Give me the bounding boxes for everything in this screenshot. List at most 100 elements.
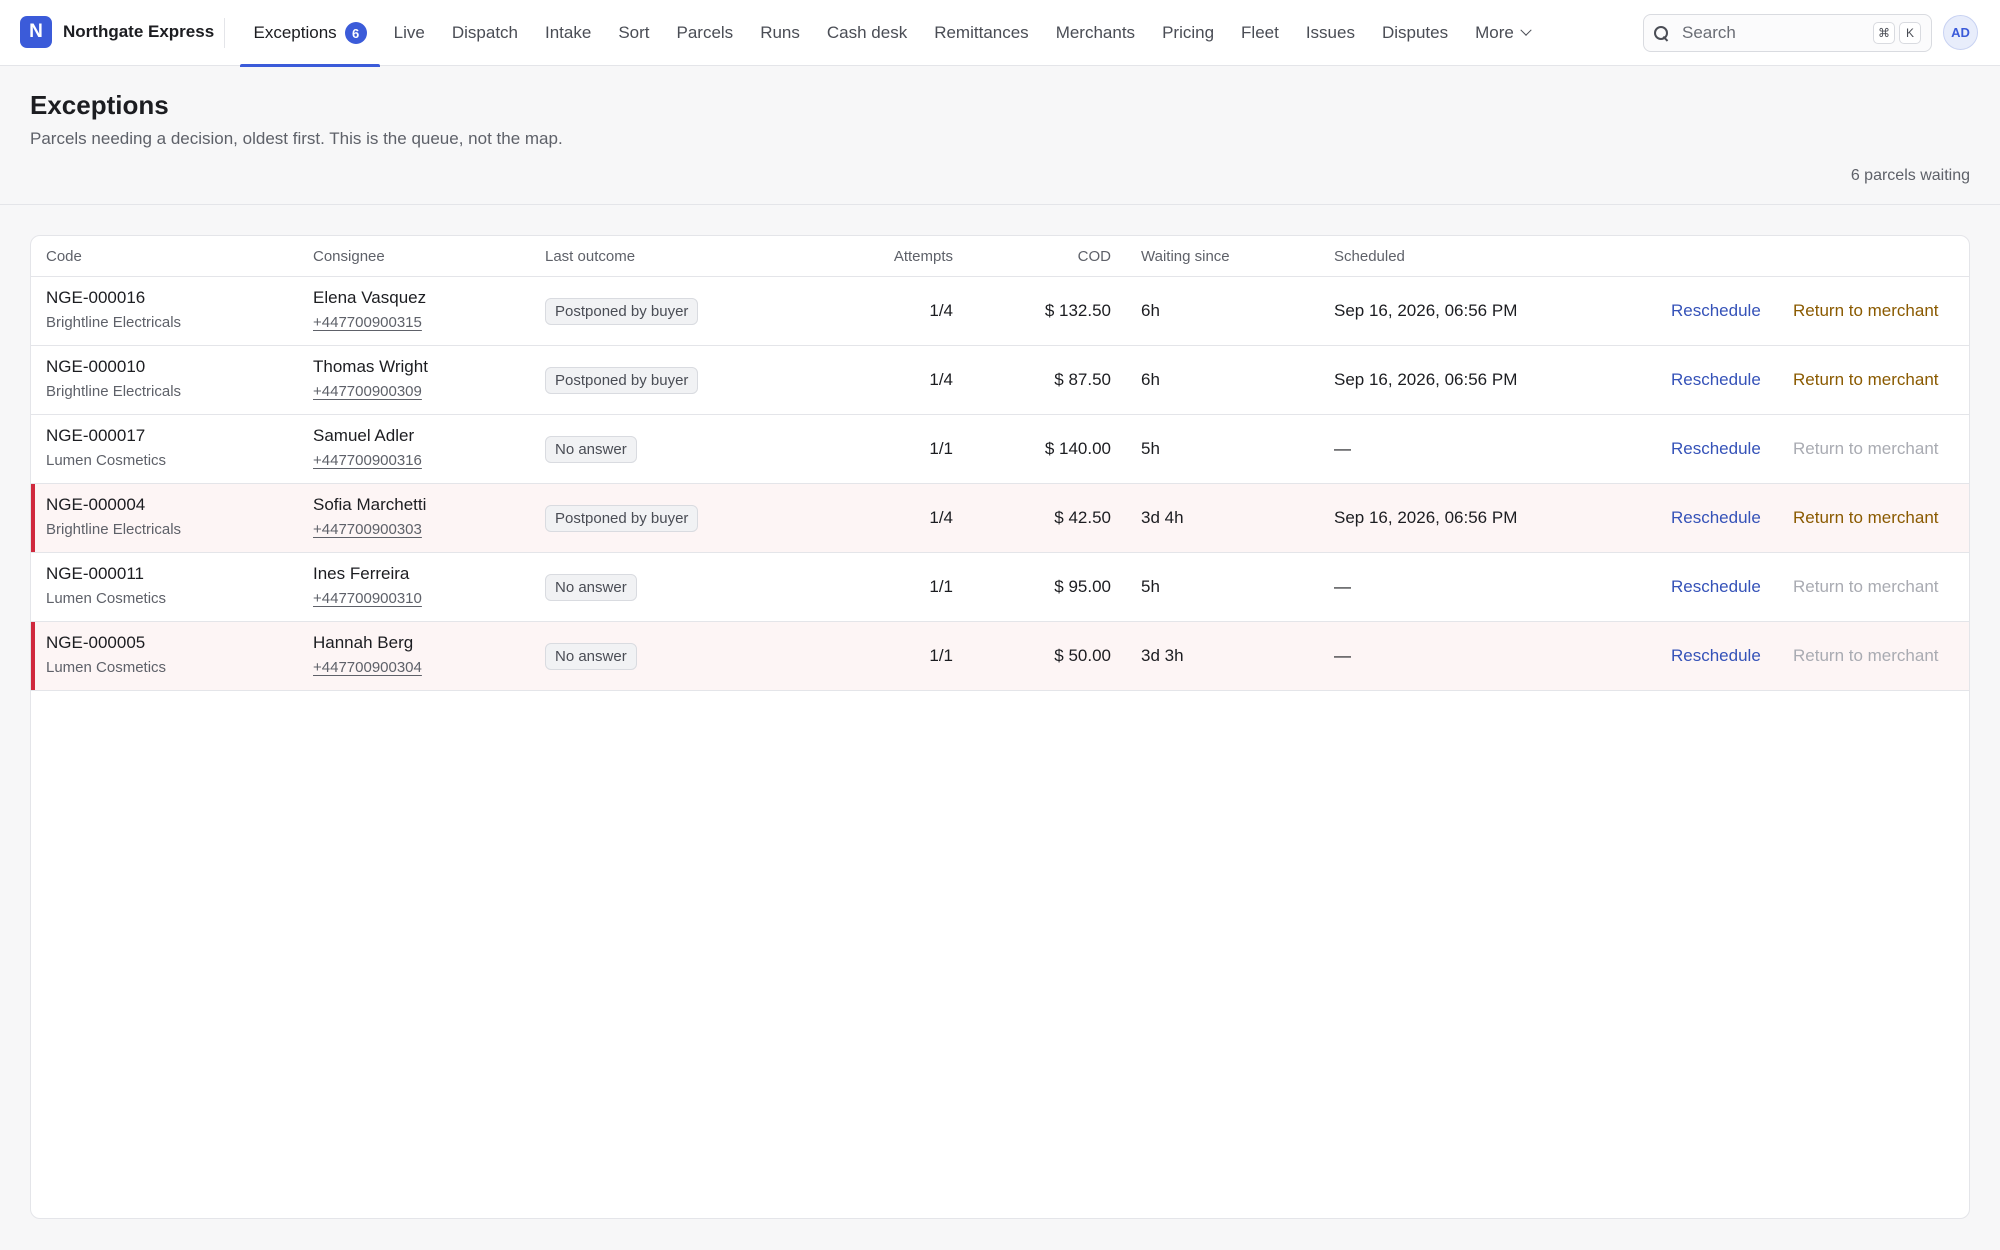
nav-tab-label: Fleet [1241,23,1279,42]
attempts-value: 1/4 [929,301,953,320]
outcome-cell: Postponed by buyer [545,505,699,532]
consignee-phone-link[interactable]: +447700900315 [313,314,422,331]
parcel-cell: NGE-000011 Lumen Cosmetics [46,564,166,607]
consignee-cell: Hannah Berg +447700900304 [313,633,422,677]
table-row[interactable]: NGE-000017 Lumen Cosmetics Samuel Adler +44… [31,415,1969,484]
brand-logo: N [20,16,52,48]
consignee-name: Ines Ferreira [313,564,410,583]
column-header-consignee: Consignee [313,248,385,265]
nav-tab-fleet[interactable]: Fleet [1228,0,1293,66]
nav-tab-intake[interactable]: Intake [532,0,605,66]
column-header-code: Code [46,248,82,265]
table-row[interactable]: NGE-000004 Brightline Electricals Sofia Ma… [31,484,1969,553]
parcel-cell: NGE-000004 Brightline Electricals [46,495,181,538]
outcome-badge: No answer [545,574,637,601]
exceptions-table: Code Consignee Last outcome Attempts COD… [30,235,1970,1219]
search-box[interactable]: Search ⌘ K [1643,14,1932,52]
attempts-value: 1/1 [929,577,953,596]
outcome-cell: No answer [545,436,637,463]
reschedule-button[interactable]: Reschedule [1671,646,1761,666]
outcome-badge: Postponed by buyer [545,298,699,325]
nav-tab-parcels[interactable]: Parcels [663,0,747,66]
column-header-waiting-since: Waiting since [1141,248,1230,265]
merchant-name: Brightline Electricals [46,383,182,400]
table-header: Code Consignee Last outcome Attempts COD… [31,236,1969,277]
column-header-cod: COD [1077,248,1111,265]
return-to-merchant-button[interactable]: Return to merchant [1793,508,1939,528]
return-to-merchant-button[interactable]: Return to merchant [1793,370,1939,390]
cod-amount: $ 95.00 [1054,577,1111,596]
reschedule-button[interactable]: Reschedule [1671,577,1761,597]
column-header-attempts: Attempts [893,248,953,265]
nav-tab-merchants[interactable]: Merchants [1042,0,1148,66]
nav-tab-disputes[interactable]: Disputes [1368,0,1461,66]
waiting-since-value: 6h [1141,370,1160,389]
return-to-merchant-button[interactable]: Return to merchant [1793,301,1939,321]
user-avatar[interactable]: AD [1943,15,1978,50]
nav-tab-dispatch[interactable]: Dispatch [438,0,531,66]
search-input[interactable]: Search [1682,23,1869,43]
brand-divider [224,18,225,48]
brand[interactable]: N Northgate Express [20,16,214,48]
waiting-since-value: 5h [1141,439,1160,458]
nav-tab-sort[interactable]: Sort [605,0,663,66]
waiting-since-value: 3d 4h [1141,508,1184,527]
outcome-badge: Postponed by buyer [545,505,699,532]
table-row[interactable]: NGE-000016 Brightline Electricals Elena Va… [31,277,1969,346]
consignee-phone-link[interactable]: +447700900304 [313,659,422,676]
parcel-code: NGE-000010 [46,357,146,376]
nav-tab-runs[interactable]: Runs [747,0,814,66]
nav-tab-remittances[interactable]: Remittances [921,0,1042,66]
column-header-scheduled: Scheduled [1334,248,1405,265]
nav-tab-label: Remittances [934,23,1029,42]
nav-tab-pricing[interactable]: Pricing [1149,0,1228,66]
nav-tab-label: Parcels [676,23,734,42]
nav-tab-label: Pricing [1162,23,1215,42]
merchant-name: Brightline Electricals [46,314,182,331]
outcome-badge: No answer [545,643,637,670]
reschedule-button[interactable]: Reschedule [1671,439,1761,459]
reschedule-button[interactable]: Reschedule [1671,301,1761,321]
nav-more-menu[interactable]: More [1462,0,1544,66]
cod-amount: $ 87.50 [1054,370,1111,389]
table-row[interactable]: NGE-000010 Brightline Electricals Thomas W… [31,346,1969,415]
nav-tab-live[interactable]: Live [380,0,438,66]
outcome-cell: Postponed by buyer [545,298,699,325]
consignee-phone-link[interactable]: +447700900309 [313,383,422,400]
nav-tab-label: Exceptions [253,23,337,42]
column-header-last-outcome: Last outcome [545,248,636,265]
consignee-cell: Elena Vasquez +447700900315 [313,288,426,332]
nav-tab-label: Disputes [1381,23,1449,42]
consignee-phone-link[interactable]: +447700900310 [313,590,422,607]
reschedule-button[interactable]: Reschedule [1671,370,1761,390]
merchant-name: Lumen Cosmetics [46,659,167,676]
outcome-cell: Postponed by buyer [545,367,699,394]
consignee-name: Samuel Adler [313,426,415,445]
parcel-code: NGE-000011 [46,564,144,583]
parcels-waiting-count: 6 parcels waiting [1850,167,1970,184]
nav-tab-cash-desk[interactable]: Cash desk [813,0,920,66]
consignee-phone-link[interactable]: +447700900316 [313,452,422,469]
nav-tab-issues[interactable]: Issues [1292,0,1368,66]
parcel-code: NGE-000004 [46,495,146,514]
cod-amount: $ 140.00 [1044,439,1111,458]
shortcut-command-key: ⌘ [1873,22,1895,44]
nav-tab-label: Cash desk [826,23,908,42]
outcome-cell: No answer [545,574,637,601]
scheduled-value: Sep 16, 2026, 06:56 PM [1334,508,1518,527]
attempts-value: 1/4 [929,370,953,389]
brand-name: Northgate Express [63,22,215,41]
reschedule-button[interactable]: Reschedule [1671,508,1761,528]
nav-more-label: More [1475,23,1514,42]
merchant-name: Brightline Electricals [46,521,182,538]
table-row[interactable]: NGE-000005 Lumen Cosmetics Hannah Berg +447… [31,622,1969,691]
nav-tab-exceptions[interactable]: Exceptions 6 [240,0,381,67]
top-navigation-bar: N Northgate Express Exceptions 6 Live Dispa… [0,0,2000,67]
nav-tab-label: Live [393,23,425,42]
parcel-cell: NGE-000010 Brightline Electricals [46,357,181,400]
table-row[interactable]: NGE-000011 Lumen Cosmetics Ines Ferreira +4… [31,553,1969,622]
consignee-cell: Samuel Adler +447700900316 [313,426,422,470]
consignee-phone-link[interactable]: +447700900303 [313,521,422,538]
attempts-value: 1/1 [929,646,953,665]
cod-amount: $ 132.50 [1044,301,1111,320]
